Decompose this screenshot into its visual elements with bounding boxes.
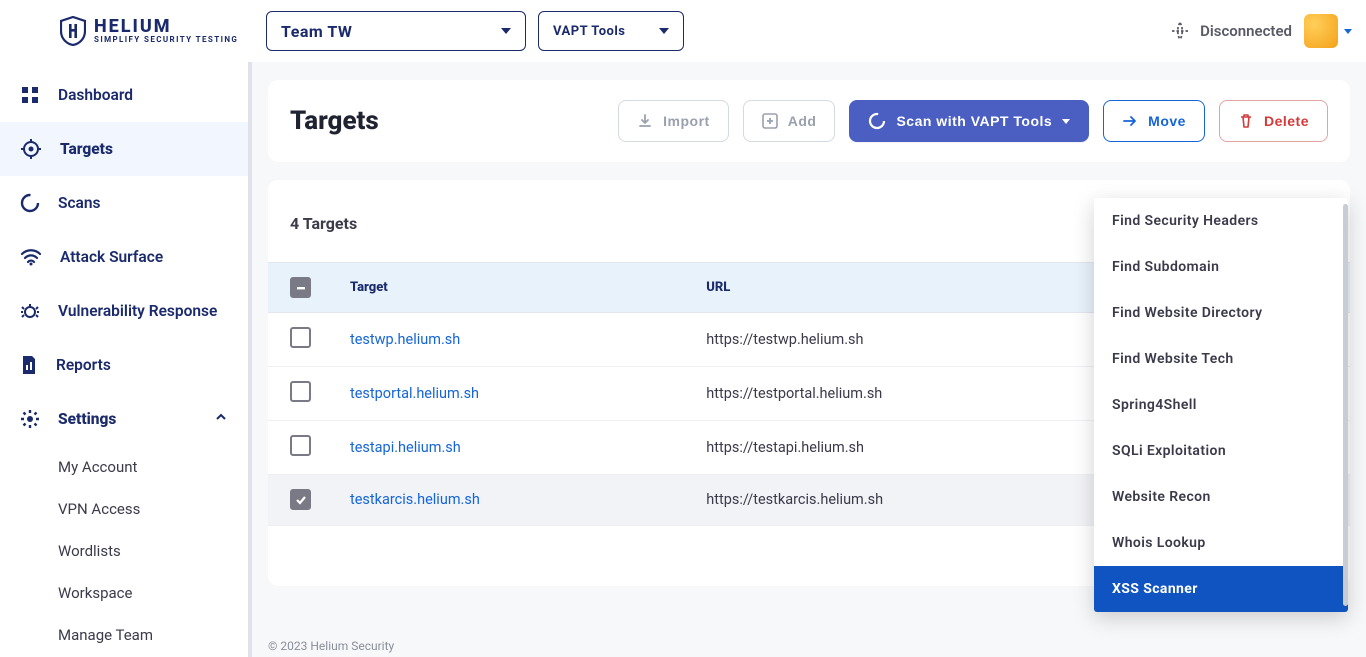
target-link[interactable]: testwp.helium.sh	[350, 331, 460, 348]
caret-down-icon	[1062, 119, 1070, 124]
scan-menu-item[interactable]: Find Website Tech	[1094, 336, 1348, 382]
import-button[interactable]: Import	[618, 100, 729, 142]
sidebar-item-label: Reports	[56, 356, 111, 374]
scan-menu-item[interactable]: SQLi Exploitation	[1094, 428, 1348, 474]
target-url: https://testwp.helium.sh	[690, 313, 1150, 367]
tools-select-label: VAPT Tools	[553, 24, 626, 39]
scan-icon	[868, 112, 886, 130]
delete-button[interactable]: Delete	[1219, 100, 1328, 142]
row-checkbox[interactable]	[290, 435, 311, 456]
sidebar-item-dashboard[interactable]: Dashboard	[0, 68, 248, 122]
target-link[interactable]: testportal.helium.sh	[350, 385, 479, 402]
sidebar-item-vuln-response[interactable]: Vulnerability Response	[0, 284, 248, 338]
app-header: HELIUM SIMPLIFY SECURITY TESTING Team TW…	[0, 0, 1366, 62]
select-all-checkbox[interactable]	[290, 277, 311, 298]
team-select[interactable]: Team TW	[266, 11, 526, 51]
col-target[interactable]: Target	[334, 263, 690, 313]
main: Targets Import Add	[252, 62, 1366, 657]
bug-icon	[20, 301, 40, 321]
scan-vapt-button[interactable]: Scan with VAPT Tools	[849, 100, 1089, 142]
sidebar-item-label: Scans	[58, 194, 101, 212]
target-url: https://testportal.helium.sh	[690, 367, 1150, 421]
scan-menu-item[interactable]: Find Website Directory	[1094, 290, 1348, 336]
scan-menu-item[interactable]: Find Security Headers	[1094, 198, 1348, 244]
move-button[interactable]: Move	[1103, 100, 1205, 142]
arrow-right-icon	[1122, 113, 1138, 129]
targets-count: 4 Targets	[290, 214, 357, 233]
caret-down-icon	[1344, 29, 1352, 34]
trash-icon	[1238, 113, 1254, 129]
sidebar-item-label: Dashboard	[58, 86, 133, 104]
target-link[interactable]: testkarcis.helium.sh	[350, 491, 480, 508]
user-menu[interactable]	[1304, 14, 1352, 48]
sidebar-item-label: Settings	[58, 410, 116, 428]
sidebar-subitem[interactable]: Manage Team	[0, 614, 248, 656]
sidebar-item-label: Attack Surface	[60, 248, 163, 266]
team-select-label: Team TW	[281, 22, 352, 41]
sidebar-item-label: Targets	[60, 140, 113, 158]
avatar	[1304, 14, 1338, 48]
scan-menu-item[interactable]: Find Subdomain	[1094, 244, 1348, 290]
row-checkbox[interactable]	[290, 381, 311, 402]
add-button[interactable]: Add	[743, 100, 836, 142]
sidebar-item-label: Vulnerability Response	[58, 302, 217, 320]
caret-down-icon	[659, 28, 669, 34]
target-url: https://testkarcis.helium.sh	[690, 475, 1150, 526]
brand-tagline: SIMPLIFY SECURITY TESTING	[94, 36, 238, 44]
scan-icon	[20, 193, 40, 213]
sidebar-item-settings[interactable]: Settings	[0, 392, 248, 446]
caret-down-icon	[501, 28, 511, 34]
footer: © 2023 Helium Security	[252, 631, 1366, 657]
import-icon	[637, 113, 653, 129]
row-checkbox[interactable]	[290, 489, 311, 510]
page-title: Targets	[290, 106, 379, 136]
scan-tools-menu: Find Security HeadersFind SubdomainFind …	[1094, 198, 1348, 612]
scan-menu-item[interactable]: Website Recon	[1094, 474, 1348, 520]
connection-status-label: Disconnected	[1200, 22, 1292, 40]
brand: HELIUM SIMPLIFY SECURITY TESTING	[14, 16, 254, 46]
globe-icon	[1170, 21, 1190, 41]
scan-menu-item[interactable]: Spring4Shell	[1094, 382, 1348, 428]
row-checkbox[interactable]	[290, 327, 311, 348]
brand-name: HELIUM	[94, 18, 238, 36]
dashboard-icon	[20, 85, 40, 105]
scan-menu-item[interactable]: Whois Lookup	[1094, 520, 1348, 566]
target-link[interactable]: testapi.helium.sh	[350, 439, 461, 456]
wifi-icon	[20, 248, 42, 266]
scan-menu-item[interactable]: XSS Scanner	[1094, 566, 1348, 612]
sidebar-subitem[interactable]: VPN Access	[0, 488, 248, 530]
sidebar-subitem[interactable]: Workspace	[0, 572, 248, 614]
col-url[interactable]: URL	[690, 263, 1150, 313]
sidebar-item-targets[interactable]: Targets	[0, 122, 248, 176]
sidebar-item-attack-surface[interactable]: Attack Surface	[0, 230, 248, 284]
target-icon	[20, 138, 42, 160]
sidebar-item-reports[interactable]: Reports	[0, 338, 248, 392]
report-icon	[20, 355, 38, 375]
brand-shield-icon	[60, 16, 86, 46]
plus-icon	[762, 113, 778, 129]
sidebar-subitem[interactable]: Wordlists	[0, 530, 248, 572]
target-url: https://testapi.helium.sh	[690, 421, 1150, 475]
sidebar-subitem[interactable]: My Account	[0, 446, 248, 488]
sidebar-item-scans[interactable]: Scans	[0, 176, 248, 230]
chevron-up-icon	[214, 410, 228, 428]
connection-status: Disconnected	[1170, 21, 1292, 41]
sidebar: Dashboard Targets Scans Attack Surface Vulne…	[0, 62, 252, 657]
page-header: Targets Import Add	[268, 80, 1350, 162]
gear-icon	[20, 409, 40, 429]
tools-select[interactable]: VAPT Tools	[538, 11, 684, 51]
